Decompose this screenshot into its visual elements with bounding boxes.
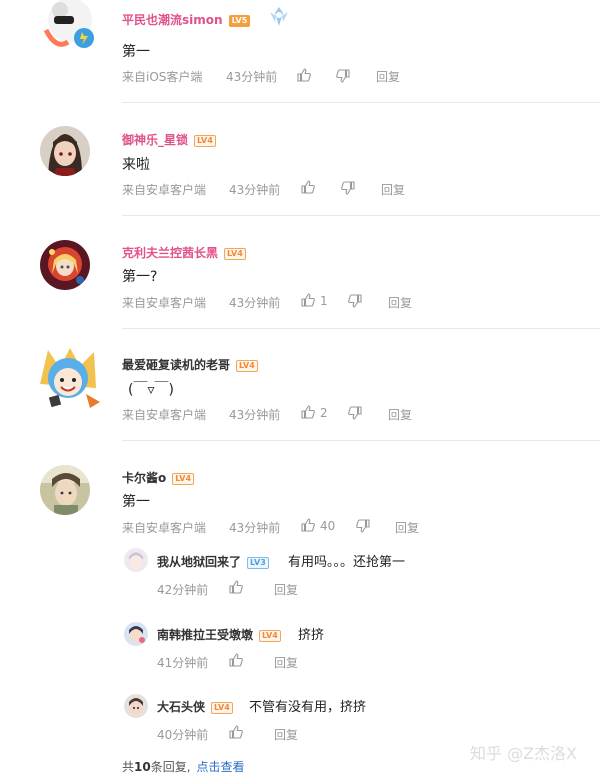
reply-button[interactable]: 回复 xyxy=(274,581,298,598)
thumbs-up-icon[interactable] xyxy=(300,404,316,420)
avatar[interactable] xyxy=(40,465,90,515)
reply-count: 10 xyxy=(134,760,151,774)
level-badge: LV4 xyxy=(224,247,246,260)
thumbs-down-icon[interactable] xyxy=(355,518,371,534)
comment-time: 43分钟前 xyxy=(229,296,281,310)
avatar[interactable] xyxy=(124,548,148,572)
comment-text: 第一 xyxy=(122,494,150,510)
level-badge: LV4 xyxy=(172,472,195,485)
footer-suffix: 条回复, xyxy=(150,760,191,774)
thumbs-down-icon[interactable] xyxy=(347,405,363,421)
reply-text: 不管有没有用，挤挤 xyxy=(249,700,367,715)
avatar[interactable] xyxy=(124,622,148,646)
reply-button[interactable]: 回复 xyxy=(274,726,298,743)
username[interactable]: 克利夫兰控茜长黑 LV4 xyxy=(122,244,246,261)
watermark: 知乎 @Z杰洛X xyxy=(470,744,578,763)
username[interactable]: 南韩推拉王受墩墩 LV4 xyxy=(157,626,281,643)
thumbs-up-icon[interactable] xyxy=(228,652,244,668)
thumbs-up-icon[interactable] xyxy=(228,724,244,740)
reply-button[interactable]: 回复 xyxy=(395,519,419,536)
reply-button[interactable]: 回复 xyxy=(381,181,405,198)
level-badge: LV4 xyxy=(236,359,258,372)
footer-prefix: 共 xyxy=(122,760,135,774)
comment-source: 来自安卓客户端 xyxy=(122,408,207,422)
thumbs-up-icon[interactable] xyxy=(228,579,244,595)
reply-button[interactable]: 回复 xyxy=(274,654,298,671)
avatar[interactable] xyxy=(40,240,90,290)
thumbs-up-icon[interactable] xyxy=(296,67,312,83)
level-badge: LV5 xyxy=(228,14,251,27)
comment-source: 来自安卓客户端 xyxy=(122,521,207,535)
reply-button[interactable]: 回复 xyxy=(388,294,412,311)
username[interactable]: 我从地狱回来了 LV3 xyxy=(157,553,269,570)
comment-text: 第一 xyxy=(122,44,150,60)
thumbs-up-icon[interactable] xyxy=(300,179,316,195)
reply-time: 41分钟前 xyxy=(157,656,209,670)
comment-text: 来啦 xyxy=(122,157,150,173)
avatar[interactable] xyxy=(38,0,102,56)
username[interactable]: 御神乐_星锁 LV4 xyxy=(122,131,216,148)
divider xyxy=(122,102,600,103)
username[interactable]: 最爱砸复读机的老哥 LV4 xyxy=(122,356,258,373)
more-replies-footer: 共10条回复, 点击查看 xyxy=(122,758,245,775)
username[interactable]: 卡尔酱o LV4 xyxy=(122,469,195,486)
comment-time: 43分钟前 xyxy=(229,521,281,535)
divider xyxy=(122,328,600,329)
thumbs-down-icon[interactable] xyxy=(335,68,351,84)
avatar[interactable] xyxy=(30,344,106,410)
level-badge: LV4 xyxy=(194,134,216,147)
reply-time: 42分钟前 xyxy=(157,583,209,597)
avatar[interactable] xyxy=(40,126,90,176)
username[interactable]: 平民也潮流simon LV5 xyxy=(122,11,251,28)
comment-source: 来自iOS客户端 xyxy=(122,70,203,84)
thumbs-up-icon[interactable] xyxy=(300,292,316,308)
comment-time: 43分钟前 xyxy=(226,70,278,84)
comment-time: 43分钟前 xyxy=(229,408,281,422)
username[interactable]: 大石头侠 LV4 xyxy=(157,698,233,715)
divider xyxy=(122,215,600,216)
avatar[interactable] xyxy=(124,694,148,718)
reply-text: 挤挤 xyxy=(298,628,325,643)
divider xyxy=(122,440,600,441)
reply-button[interactable]: 回复 xyxy=(376,68,400,85)
thumbs-down-icon[interactable] xyxy=(347,293,363,309)
like-count: 2 xyxy=(320,406,328,420)
medal-icon xyxy=(266,4,292,30)
thumbs-down-icon[interactable] xyxy=(340,180,356,196)
comment-text: (￣▿￣) xyxy=(128,382,174,398)
comment-source: 来自安卓客户端 xyxy=(122,183,207,197)
like-count: 1 xyxy=(320,294,328,308)
like-count: 40 xyxy=(320,519,336,533)
comment-time: 43分钟前 xyxy=(229,183,281,197)
comment-text: 第一? xyxy=(122,269,158,285)
reply-text: 有用吗。。。还抢第一 xyxy=(288,555,406,570)
reply-button[interactable]: 回复 xyxy=(388,406,412,423)
comment-source: 来自安卓客户端 xyxy=(122,296,207,310)
level-badge: LV4 xyxy=(259,629,281,642)
level-badge: LV4 xyxy=(211,701,233,714)
thumbs-up-icon[interactable] xyxy=(300,517,316,533)
reply-time: 40分钟前 xyxy=(157,728,209,742)
level-badge: LV3 xyxy=(247,556,269,569)
view-more-link[interactable]: 点击查看 xyxy=(197,760,245,774)
